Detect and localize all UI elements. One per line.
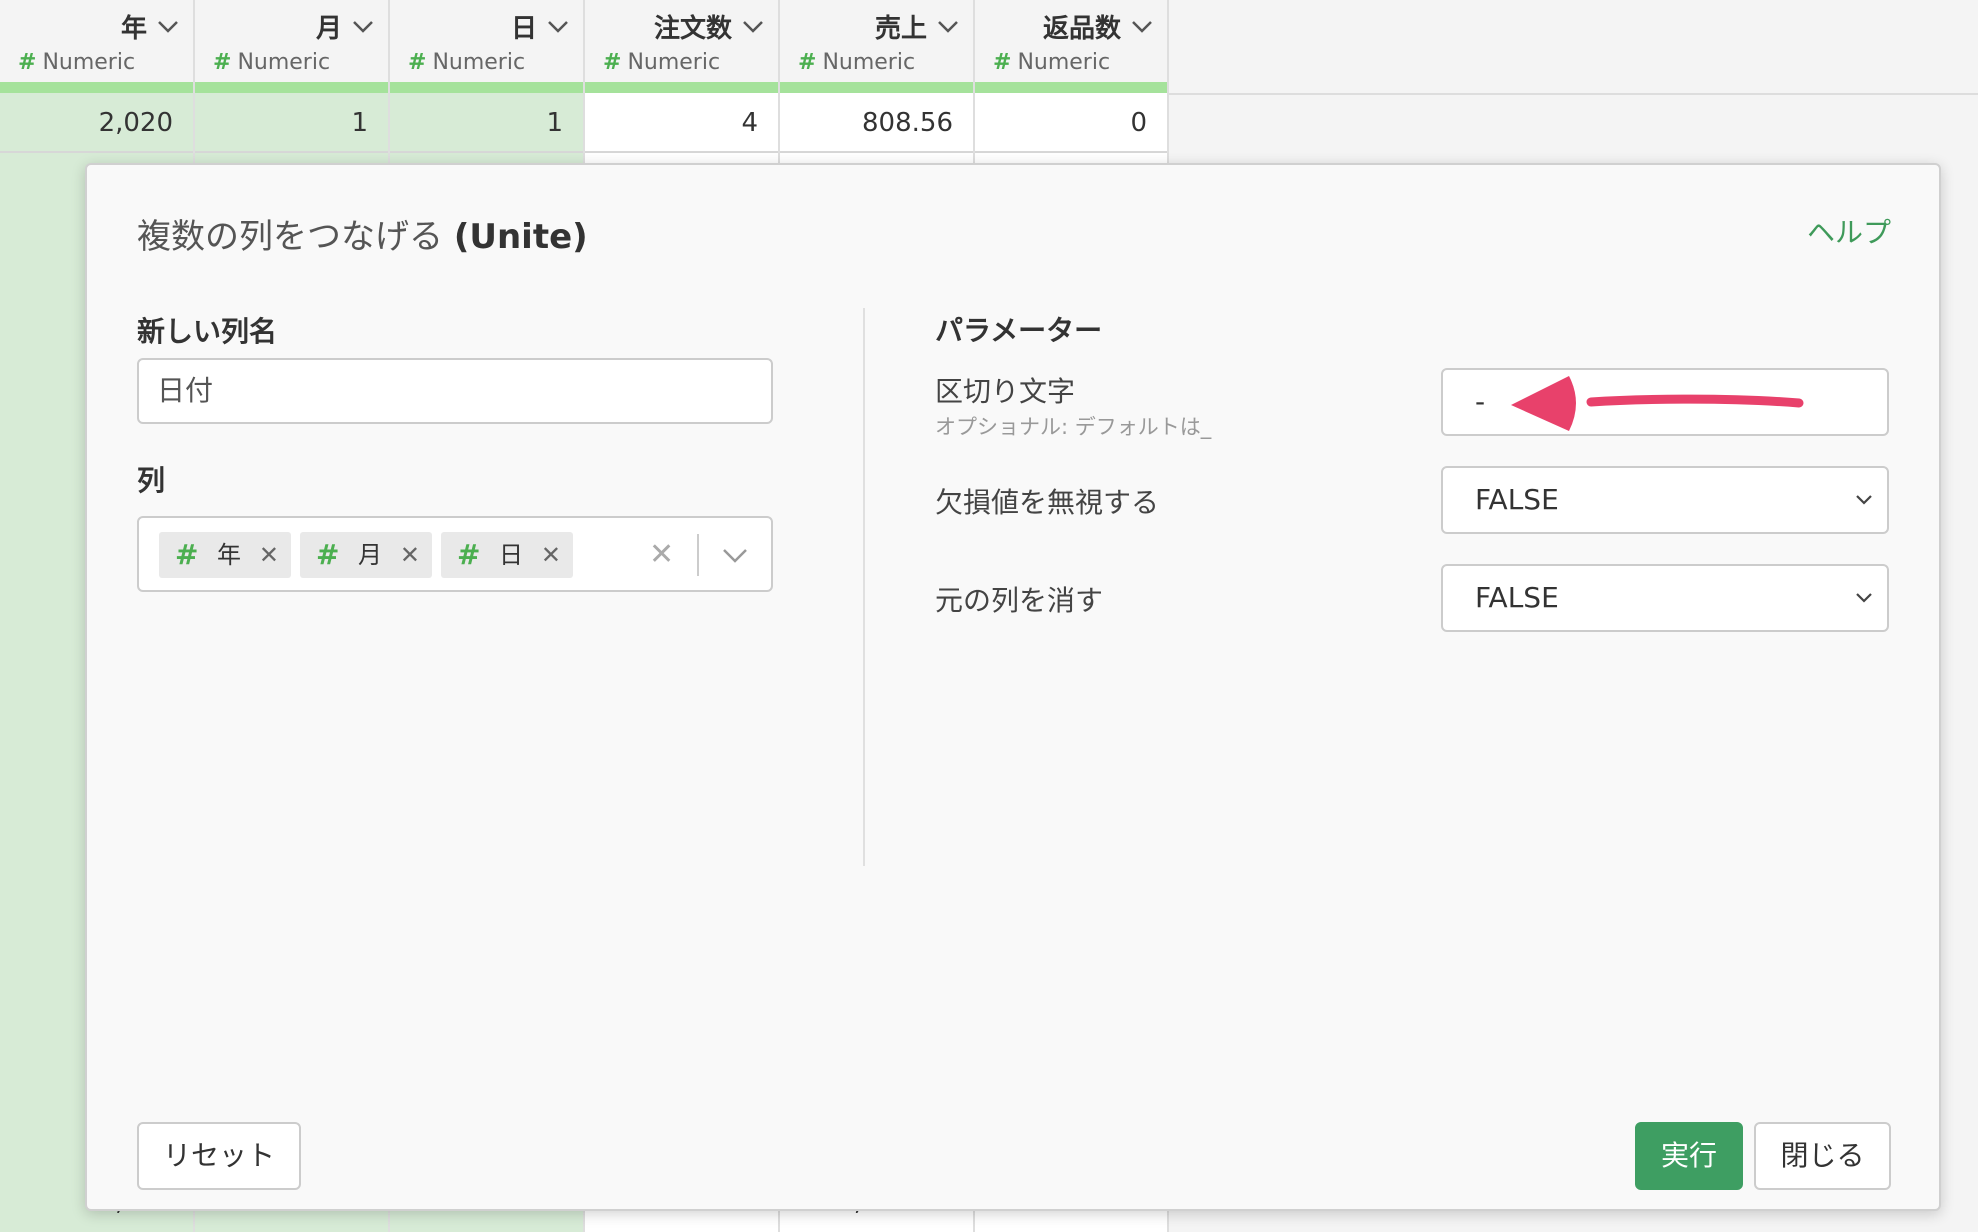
column-quality-bar xyxy=(195,82,388,93)
unite-dialog: 複数の列をつなげる (Unite) ヘルプ 新しい列名 日付 列 # 年 ✕ #… xyxy=(85,163,1941,1211)
help-link[interactable]: ヘルプ xyxy=(1807,211,1891,251)
column-header[interactable]: 売上 # Numeric xyxy=(780,0,973,82)
grid-header-divider xyxy=(1169,93,1978,95)
column-quality-bar xyxy=(780,82,973,93)
numeric-hash-icon: # xyxy=(408,50,427,75)
chevron-down-icon xyxy=(1856,593,1872,603)
column-title: 売上 xyxy=(874,14,927,44)
close-button[interactable]: 閉じる xyxy=(1754,1122,1891,1190)
new-column-name-label: 新しい列名 xyxy=(137,315,278,348)
table-cell[interactable]: 808.56 xyxy=(780,93,973,153)
column-header[interactable]: 月 # Numeric xyxy=(195,0,388,82)
numeric-hash-icon: # xyxy=(18,50,37,75)
column-type: Numeric xyxy=(822,50,916,75)
numeric-hash-icon: # xyxy=(798,50,817,75)
column-type: Numeric xyxy=(1017,50,1111,75)
numeric-hash-icon: # xyxy=(603,50,622,75)
remove-tag-icon[interactable]: ✕ xyxy=(400,532,420,578)
ignore-na-select[interactable]: FALSE xyxy=(1441,466,1889,534)
chevron-down-icon xyxy=(1856,495,1872,505)
column-quality-bar xyxy=(975,82,1167,93)
reset-button[interactable]: リセット xyxy=(137,1122,301,1190)
column-header[interactable]: 注文数 # Numeric xyxy=(585,0,778,82)
column-tag: # 年 ✕ xyxy=(159,532,291,578)
column-title: 返品数 xyxy=(1042,14,1121,44)
separator-hint: オプショナル: デフォルトは_ xyxy=(935,415,1212,439)
column-quality-bar xyxy=(0,82,193,93)
numeric-hash-icon: # xyxy=(316,538,340,571)
column-divider xyxy=(863,308,865,866)
column-tag-label: 月 xyxy=(358,541,382,569)
columns-label: 列 xyxy=(137,464,166,497)
separator-label: 区切り文字 xyxy=(935,375,1076,408)
column-quality-bar xyxy=(390,82,583,93)
chevron-down-icon[interactable] xyxy=(352,20,374,34)
column-tag: # 日 ✕ xyxy=(441,532,573,578)
numeric-hash-icon: # xyxy=(213,50,232,75)
columns-multiselect[interactable]: # 年 ✕ # 月 ✕ # 日 ✕ ✕ xyxy=(137,516,773,592)
select-separator xyxy=(697,534,699,576)
column-type: Numeric xyxy=(432,50,526,75)
chevron-down-icon[interactable] xyxy=(742,20,764,34)
column-header[interactable]: 返品数 # Numeric xyxy=(975,0,1167,82)
chevron-down-icon[interactable] xyxy=(937,20,959,34)
chevron-down-icon[interactable] xyxy=(722,548,748,564)
table-cell[interactable]: 4 xyxy=(585,93,778,153)
chevron-down-icon[interactable] xyxy=(547,20,569,34)
column-quality-bar xyxy=(585,82,778,93)
new-column-name-input[interactable]: 日付 xyxy=(137,358,773,424)
column-title: 注文数 xyxy=(653,14,732,44)
table-cell[interactable]: 1 xyxy=(195,93,388,153)
parameters-title: パラメーター xyxy=(935,314,1103,347)
column-type: Numeric xyxy=(42,50,136,75)
table-cell[interactable]: 2,020 xyxy=(0,93,193,153)
annotation-arrow-icon xyxy=(1511,376,1804,431)
column-tag-label: 年 xyxy=(217,541,241,569)
numeric-hash-icon: # xyxy=(175,538,199,571)
ignore-na-label: 欠損値を無視する xyxy=(935,486,1160,519)
column-header[interactable]: 日 # Numeric xyxy=(390,0,583,82)
numeric-hash-icon: # xyxy=(993,50,1012,75)
clear-all-icon[interactable]: ✕ xyxy=(649,532,674,578)
numeric-hash-icon: # xyxy=(457,538,481,571)
remove-original-select[interactable]: FALSE xyxy=(1441,564,1889,632)
column-header[interactable]: 年 # Numeric xyxy=(0,0,193,82)
column-type: Numeric xyxy=(237,50,331,75)
column-type: Numeric xyxy=(627,50,721,75)
column-tag-label: 日 xyxy=(499,541,523,569)
table-cell[interactable]: 1 xyxy=(390,93,583,153)
column-tag: # 月 ✕ xyxy=(300,532,432,578)
remove-original-label: 元の列を消す xyxy=(935,584,1104,617)
chevron-down-icon[interactable] xyxy=(157,20,179,34)
remove-tag-icon[interactable]: ✕ xyxy=(541,532,561,578)
column-title: 月 xyxy=(315,14,342,44)
remove-tag-icon[interactable]: ✕ xyxy=(259,532,279,578)
table-cell[interactable]: 0 xyxy=(975,93,1167,153)
chevron-down-icon[interactable] xyxy=(1131,20,1153,34)
column-title: 年 xyxy=(120,14,147,44)
run-button[interactable]: 実行 xyxy=(1635,1122,1743,1190)
dialog-title: 複数の列をつなげる (Unite) xyxy=(137,217,588,257)
column-title: 日 xyxy=(510,14,537,44)
